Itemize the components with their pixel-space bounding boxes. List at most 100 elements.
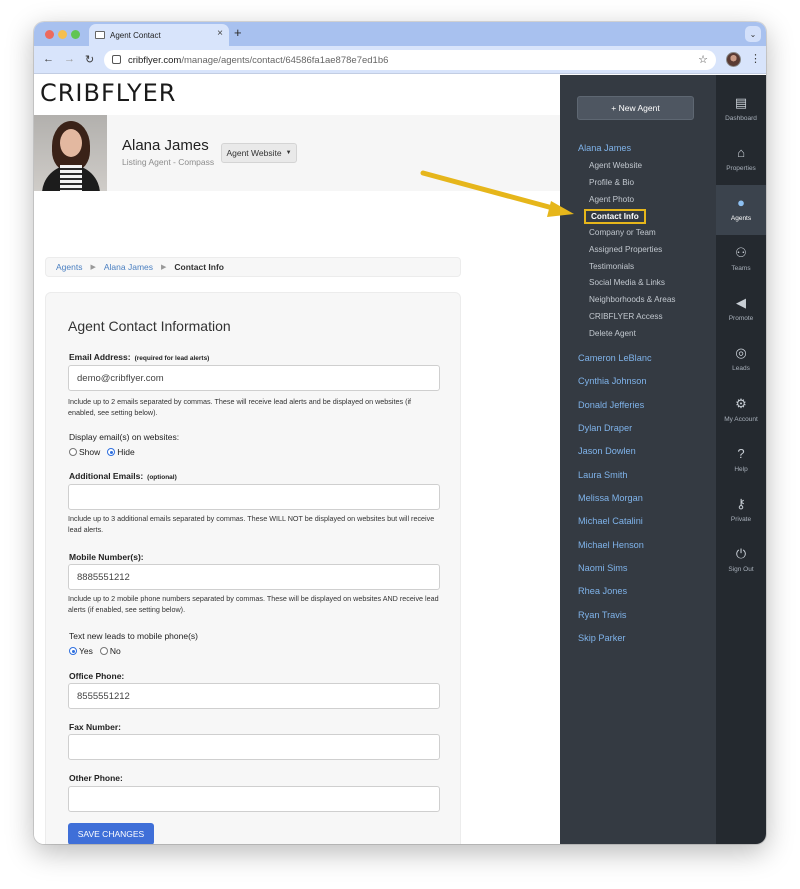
minimize-window-button[interactable]	[58, 30, 67, 39]
caret-down-icon: ▼	[285, 150, 292, 156]
breadcrumb-current: Contact Info	[174, 262, 224, 272]
rail-promote[interactable]: ◀ Promote	[716, 285, 766, 335]
address-bar[interactable]: cribflyer.com/manage/agents/contact/6458…	[104, 50, 716, 70]
dashboard-icon: ▤	[734, 95, 748, 110]
mobile-field[interactable]: 8885551212	[68, 564, 440, 590]
browser-toolbar: ← → ↻ cribflyer.com/manage/agents/contac…	[34, 46, 766, 74]
sidebar-item-contact-info[interactable]: Contact Info	[584, 209, 646, 224]
sidebar-item-social-links[interactable]: Social Media & Links	[589, 278, 665, 287]
sidebar-item-agent-photo[interactable]: Agent Photo	[589, 195, 634, 204]
megaphone-icon: ◀	[736, 295, 746, 310]
new-tab-button[interactable]: +	[234, 25, 242, 40]
email-label: Email Address: (required for lead alerts)	[69, 352, 210, 362]
agents-icon: ●	[737, 195, 745, 210]
sidebar-agent[interactable]: Melissa Morgan	[578, 493, 643, 503]
other-phone-label: Other Phone:	[69, 773, 123, 783]
tab-strip: Agent Contact × + ⌄	[34, 22, 766, 46]
favicon-icon	[95, 31, 105, 39]
display-email-label: Display email(s) on websites:	[69, 432, 180, 442]
sidebar-item-neighborhoods[interactable]: Neighborhoods & Areas	[589, 295, 675, 304]
sidebar-agent[interactable]: Cameron LeBlanc	[578, 353, 652, 363]
sidebar-agent[interactable]: Naomi Sims	[578, 563, 628, 573]
zoom-window-button[interactable]	[71, 30, 80, 39]
back-arrow-icon[interactable]: ←	[43, 53, 54, 65]
icon-rail: ▤ Dashboard ⌂ Properties ● Agents ⚇ Teams ◀ P…	[716, 75, 766, 844]
mobile-help: Include up to 2 mobile phone numbers sep…	[68, 594, 439, 614]
text-leads-radios: Yes No	[69, 646, 128, 656]
additional-emails-field[interactable]	[68, 484, 440, 510]
show-radio[interactable]	[69, 448, 77, 456]
mobile-label: Mobile Number(s):	[69, 552, 144, 562]
no-radio[interactable]	[99, 647, 108, 655]
agent-name: Alana James	[122, 137, 209, 154]
sidebar-agent[interactable]: Rhea Jones	[578, 586, 627, 596]
rail-agents[interactable]: ● Agents	[716, 185, 766, 235]
fax-field[interactable]	[68, 734, 440, 760]
contact-form-panel: Agent Contact Information Email Address:…	[45, 292, 461, 844]
rail-my-account[interactable]: ⚙ My Account	[716, 386, 766, 436]
email-help: Include up to 2 emails separated by comm…	[68, 397, 412, 417]
rail-leads[interactable]: ◎ Leads	[716, 335, 766, 385]
sidebar-item-profile-bio[interactable]: Profile & Bio	[589, 178, 634, 187]
rail-private[interactable]: ⚷ Private	[716, 486, 766, 536]
sidebar-item-assigned-properties[interactable]: Assigned Properties	[589, 245, 662, 254]
sidebar-item-delete-agent[interactable]: Delete Agent	[589, 329, 636, 338]
site-settings-icon[interactable]	[112, 55, 121, 64]
tab-search-chevron-icon[interactable]: ⌄	[745, 26, 761, 42]
cribflyer-logo[interactable]: CRIBFLYER	[40, 79, 176, 107]
agent-header	[34, 115, 560, 191]
breadcrumb-separator-icon: ▶	[90, 264, 96, 271]
email-field[interactable]: demo@cribflyer.com	[68, 365, 440, 391]
hide-radio[interactable]	[107, 448, 116, 456]
forward-arrow-icon[interactable]: →	[64, 53, 75, 65]
sidebar-agent[interactable]: Laura Smith	[578, 470, 628, 480]
agent-website-dropdown[interactable]: Agent Website ▼	[221, 143, 297, 163]
sidebar-agent[interactable]: Skip Parker	[578, 633, 626, 643]
agent-sidebar: + New Agent Alana James Agent Website Pr…	[560, 75, 716, 844]
rail-teams[interactable]: ⚇ Teams	[716, 235, 766, 285]
reload-icon[interactable]: ↻	[85, 53, 94, 66]
profile-avatar[interactable]	[726, 52, 741, 67]
sidebar-agent[interactable]: Jason Dowlen	[578, 446, 636, 456]
breadcrumb-agent-name[interactable]: Alana James	[104, 262, 153, 272]
sidebar-agent-current[interactable]: Alana James	[578, 143, 631, 153]
fax-label: Fax Number:	[69, 722, 121, 732]
rail-help[interactable]: ? Help	[716, 436, 766, 486]
tab-close-icon[interactable]: ×	[217, 28, 223, 39]
browser-window: Agent Contact × + ⌄ ← → ↻ cribflyer.com /…	[34, 22, 766, 844]
sidebar-agent[interactable]: Dylan Draper	[578, 423, 632, 433]
rail-sign-out[interactable]: ⏻ Sign Out	[716, 536, 766, 586]
browser-menu-icon[interactable]: ⋮	[750, 52, 761, 65]
agent-photo	[34, 115, 107, 191]
bookmark-star-icon[interactable]: ☆	[698, 53, 708, 66]
yes-radio[interactable]	[69, 647, 77, 655]
rail-dashboard[interactable]: ▤ Dashboard	[716, 85, 766, 135]
browser-tab[interactable]: Agent Contact ×	[89, 24, 229, 46]
agent-subtitle: Listing Agent - Compass	[122, 157, 215, 167]
breadcrumb: Agents ▶ Alana James ▶ Contact Info	[45, 257, 461, 277]
new-agent-button[interactable]: + New Agent	[577, 96, 694, 120]
rail-properties[interactable]: ⌂ Properties	[716, 135, 766, 185]
office-phone-field[interactable]: 8555551212	[68, 683, 440, 709]
agent-website-label: Agent Website	[226, 148, 282, 158]
additional-emails-label: Additional Emails: (optional)	[69, 471, 177, 481]
sidebar-agent[interactable]: Ryan Travis	[578, 610, 627, 620]
power-icon: ⏻	[735, 546, 747, 561]
sidebar-item-agent-website[interactable]: Agent Website	[589, 161, 642, 170]
target-icon: ◎	[735, 345, 747, 360]
sidebar-agent[interactable]: Donald Jefferies	[578, 400, 644, 410]
close-window-button[interactable]	[45, 30, 54, 39]
form-title: Agent Contact Information	[68, 318, 231, 334]
sidebar-agent[interactable]: Cynthia Johnson	[578, 376, 646, 386]
sidebar-item-testimonials[interactable]: Testimonials	[589, 262, 634, 271]
save-changes-button[interactable]: SAVE CHANGES	[68, 823, 154, 844]
tab-title: Agent Contact	[110, 30, 161, 40]
sidebar-item-company-team[interactable]: Company or Team	[589, 228, 656, 237]
breadcrumb-separator-icon: ▶	[161, 264, 167, 271]
sidebar-agent[interactable]: Michael Catalini	[578, 516, 643, 526]
sidebar-item-cribflyer-access[interactable]: CRIBFLYER Access	[589, 312, 663, 321]
breadcrumb-agents[interactable]: Agents	[56, 262, 82, 272]
other-phone-field[interactable]	[68, 786, 440, 812]
page-viewport: CRIBFLYER Alana James Listing Agent - Co…	[34, 75, 766, 844]
sidebar-agent[interactable]: Michael Henson	[578, 540, 644, 550]
